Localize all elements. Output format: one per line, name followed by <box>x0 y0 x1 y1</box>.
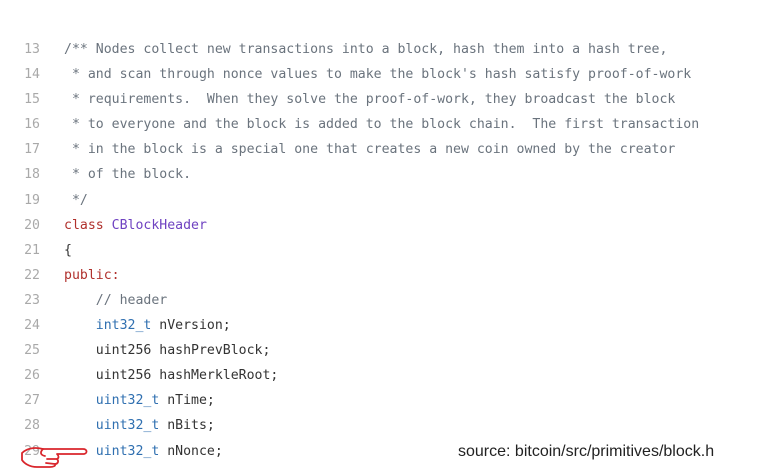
line-number: 17 <box>24 142 40 158</box>
line-number: 21 <box>24 242 40 258</box>
code-token-comment: * requirements. When they solve the proo… <box>64 92 676 108</box>
code-line: 20 class CBlockHeader <box>0 213 763 238</box>
line-number: 13 <box>24 42 40 57</box>
code-text: public: <box>64 263 120 288</box>
code-token-plain: uint256 hashMerkleRoot; <box>64 368 279 384</box>
code-text: * requirements. When they solve the proo… <box>64 87 675 112</box>
code-token-comment: */ <box>64 192 88 208</box>
code-token-comment: * to everyone and the block is added to … <box>64 117 700 133</box>
line-number: 18 <box>24 167 40 183</box>
code-line: 24 int32_t nVersion; <box>0 313 763 338</box>
code-token-comment: // header <box>64 292 168 308</box>
code-line: 15 * requirements. When they solve the p… <box>0 87 763 112</box>
code-line: 25 uint256 hashPrevBlock; <box>0 338 763 363</box>
line-number: 14 <box>24 67 40 83</box>
line-number: 19 <box>24 192 40 208</box>
line-number: 25 <box>24 343 40 359</box>
code-text: /** Nodes collect new transactions into … <box>64 37 667 62</box>
code-token-keyword: class <box>64 217 104 233</box>
code-token-type: int32_t <box>95 318 152 334</box>
code-line: 27 uint32_t nTime; <box>0 388 763 413</box>
line-number: 26 <box>24 368 40 384</box>
line-number: 16 <box>24 117 40 133</box>
code-token-plain: uint256 hashPrevBlock; <box>64 343 271 359</box>
code-token-type: uint32_t <box>95 443 160 459</box>
code-line: 13 /** Nodes collect new transactions int… <box>0 37 763 62</box>
line-number: 15 <box>24 92 40 108</box>
code-view: 13 /** Nodes collect new transactions int… <box>0 37 763 464</box>
code-text: */ <box>64 188 88 213</box>
code-text: { <box>64 238 72 263</box>
code-line: 26 uint256 hashMerkleRoot; <box>0 363 763 388</box>
code-token-comment: * and scan through nonce values to make … <box>64 67 692 83</box>
code-line: 18 * of the block. <box>0 162 763 187</box>
line-number: 20 <box>24 217 40 233</box>
code-token-comment: * in the block is a special one that cre… <box>64 142 676 158</box>
code-text: uint256 hashMerkleRoot; <box>64 363 279 388</box>
code-token-plain: nBits; <box>159 418 215 434</box>
code-token-type: uint32_t <box>95 393 160 409</box>
code-token-comment: /** Nodes collect new transactions into … <box>64 42 668 57</box>
code-token-plain: nTime; <box>159 393 215 409</box>
code-text: uint32_t nBits; <box>64 413 215 438</box>
pointing-hand-icon <box>21 447 88 468</box>
code-text: * and scan through nonce values to make … <box>64 62 691 87</box>
code-text: // header <box>64 288 167 313</box>
code-text: class CBlockHeader <box>64 213 207 238</box>
code-line: 14 * and scan through nonce values to ma… <box>0 62 763 87</box>
code-token-plain: nNonce; <box>159 443 223 459</box>
code-token-plain: { <box>64 242 72 258</box>
code-line: 23 // header <box>0 288 763 313</box>
code-token-comment: * of the block. <box>64 167 192 183</box>
line-number: 28 <box>24 418 40 434</box>
code-text: * of the block. <box>64 162 191 187</box>
source-caption: source: bitcoin/src/primitives/block.h <box>458 443 715 460</box>
line-number: 23 <box>24 292 40 308</box>
code-token-keyword: public: <box>64 267 120 283</box>
code-line: 19 */ <box>0 188 763 213</box>
code-line: 28 uint32_t nBits; <box>0 413 763 438</box>
line-number: 27 <box>24 393 40 409</box>
code-token-plain: nVersion; <box>151 318 231 334</box>
code-line: 17 * in the block is a special one that … <box>0 137 763 162</box>
code-text: int32_t nVersion; <box>64 313 231 338</box>
line-number: 22 <box>24 267 40 283</box>
code-text: * in the block is a special one that cre… <box>64 137 675 162</box>
code-line: 16 * to everyone and the block is added … <box>0 112 763 137</box>
code-text: * to everyone and the block is added to … <box>64 112 699 137</box>
code-line: 22 public: <box>0 263 763 288</box>
code-text: uint32_t nTime; <box>64 388 215 413</box>
line-number: 24 <box>24 318 40 334</box>
code-token-type: uint32_t <box>95 418 160 434</box>
code-token-class: CBlockHeader <box>111 217 207 233</box>
code-text: uint256 hashPrevBlock; <box>64 338 271 363</box>
code-line: 21 { <box>0 238 763 263</box>
